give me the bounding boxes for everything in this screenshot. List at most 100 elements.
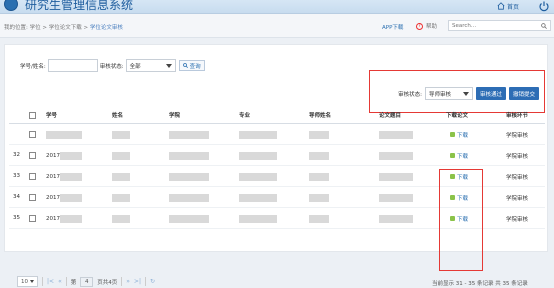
page-input[interactable]: 4 [80, 276, 94, 287]
download-link[interactable]: 下载 [450, 125, 468, 144]
refresh-icon[interactable]: ↻ [150, 278, 155, 285]
redacted-student-id [60, 214, 82, 223]
redacted-college [169, 214, 209, 223]
prev-page-icon[interactable]: « [58, 278, 62, 285]
redacted-college [169, 193, 209, 202]
page-size-select[interactable]: 10 [17, 276, 38, 287]
redacted-major [239, 193, 277, 202]
pager-divider [144, 277, 146, 286]
help-icon: ? [416, 22, 423, 30]
logo-icon [4, 0, 18, 11]
redacted-name [112, 172, 130, 181]
pager-divider [42, 277, 43, 286]
row-number: 32 [13, 152, 20, 158]
download-highlight-box [439, 169, 483, 271]
top-bar: 研究生管理信息系统 首页 [0, 0, 554, 14]
query-label: 查询 [189, 63, 201, 70]
redacted-major [239, 214, 277, 223]
last-page-icon[interactable]: >| [134, 278, 141, 285]
total-pages-label: 页共4页 [97, 279, 118, 286]
redacted-student-id [60, 193, 82, 202]
student-id-prefix: 2017 [46, 152, 60, 159]
redacted-advisor [309, 214, 329, 223]
redacted-name [112, 214, 130, 223]
home-link[interactable]: 首页 [497, 0, 519, 12]
table-row[interactable]: 32 2017 下载 学院审核 [9, 146, 545, 166]
nav-bar: 我的位置: 学位 > 学位论文下载 > 学位论文审核 APP下载 ? 帮助 [0, 14, 554, 38]
page-label: 第 [70, 279, 77, 286]
row-checkbox[interactable] [29, 215, 36, 222]
row-checkbox[interactable] [29, 194, 36, 201]
breadcrumb-item[interactable]: 学位 [30, 25, 41, 31]
query-button[interactable]: 查询 [178, 60, 205, 71]
app-title: 研究生管理信息系统 [25, 0, 134, 12]
status-select[interactable]: 全部 [125, 59, 176, 72]
redacted-student-id [60, 151, 82, 160]
revoke-button[interactable]: 撤销提交 [508, 87, 539, 100]
stage-cell: 学院审核 [506, 153, 529, 160]
home-label: 首页 [507, 3, 520, 11]
search-icon[interactable] [541, 23, 547, 29]
redacted-title [379, 130, 413, 139]
table-row[interactable]: 下载 学院审核 [9, 125, 545, 145]
chevron-down-icon [165, 64, 172, 68]
filter-bar: 学号/姓名: 审核状态: 全部 查询 [20, 59, 205, 72]
redacted-advisor [309, 151, 329, 160]
redacted-college [169, 130, 209, 139]
redacted-name [112, 130, 130, 139]
action-group: 审核状态: 导师审核 审核通过 撤销提交 [398, 87, 539, 100]
header-student-id: 学号 [46, 113, 58, 119]
redacted-name [112, 193, 130, 202]
header-thesis-title: 论文题目 [379, 113, 402, 119]
stage-cell: 学院审核 [506, 216, 529, 223]
redacted-name [112, 151, 130, 160]
row-checkbox[interactable] [29, 152, 36, 159]
header-stage: 审核环节 [506, 113, 529, 119]
query-search-icon [182, 63, 188, 68]
row-number: 35 [13, 215, 20, 221]
stage-cell: 学院审核 [506, 132, 529, 139]
help-label: 帮助 [426, 24, 438, 30]
row-number: 34 [13, 194, 20, 200]
pager-divider [121, 277, 123, 286]
header-major: 专业 [239, 113, 251, 119]
redacted-college [169, 172, 209, 181]
app-download-link[interactable]: APP下载 [382, 23, 403, 31]
row-number: 33 [13, 173, 20, 179]
redacted-student-id [60, 172, 82, 181]
redacted-major [239, 130, 277, 139]
redacted-major [239, 151, 277, 160]
redacted-student-id [46, 130, 82, 139]
power-icon[interactable] [538, 0, 550, 12]
breadcrumb: 我的位置: 学位 > 学位论文下载 > 学位论文审核 [4, 25, 123, 31]
redacted-major [239, 172, 277, 181]
redacted-title [379, 151, 413, 160]
help-link[interactable]: ? 帮助 [416, 22, 437, 30]
breadcrumb-current: 学位论文审核 [89, 25, 123, 31]
next-page-icon[interactable]: » [126, 278, 130, 285]
review-status-select[interactable]: 导师审核 [424, 87, 473, 100]
row-checkbox[interactable] [29, 173, 36, 180]
review-status-value: 导师审核 [428, 91, 451, 98]
first-page-icon[interactable]: |< [47, 278, 54, 285]
redacted-advisor [309, 130, 329, 139]
student-label: 学号/姓名: [20, 63, 46, 70]
header-download: 下载论文 [446, 113, 469, 119]
record-info: 当前显示 31 - 35 条记录 共 35 条记录 [432, 281, 528, 287]
download-link[interactable]: 下载 [450, 146, 468, 165]
redacted-college [169, 151, 209, 160]
approve-button[interactable]: 审核通过 [475, 87, 506, 100]
row-checkbox[interactable] [29, 131, 36, 138]
student-input[interactable] [47, 59, 98, 72]
select-all-checkbox[interactable] [29, 112, 36, 119]
pagination: 10 |< « 第 4 页共4页 » >| ↻ [17, 276, 155, 287]
stage-cell: 学院审核 [506, 195, 529, 202]
breadcrumb-item[interactable]: 学位论文下载 [49, 25, 82, 31]
pager-divider [65, 277, 67, 286]
chevron-down-icon [462, 92, 469, 96]
download-icon [450, 132, 455, 137]
home-icon [497, 2, 505, 10]
status-label: 审核状态: [99, 63, 124, 70]
search-input[interactable] [449, 21, 537, 30]
download-icon [450, 153, 455, 158]
